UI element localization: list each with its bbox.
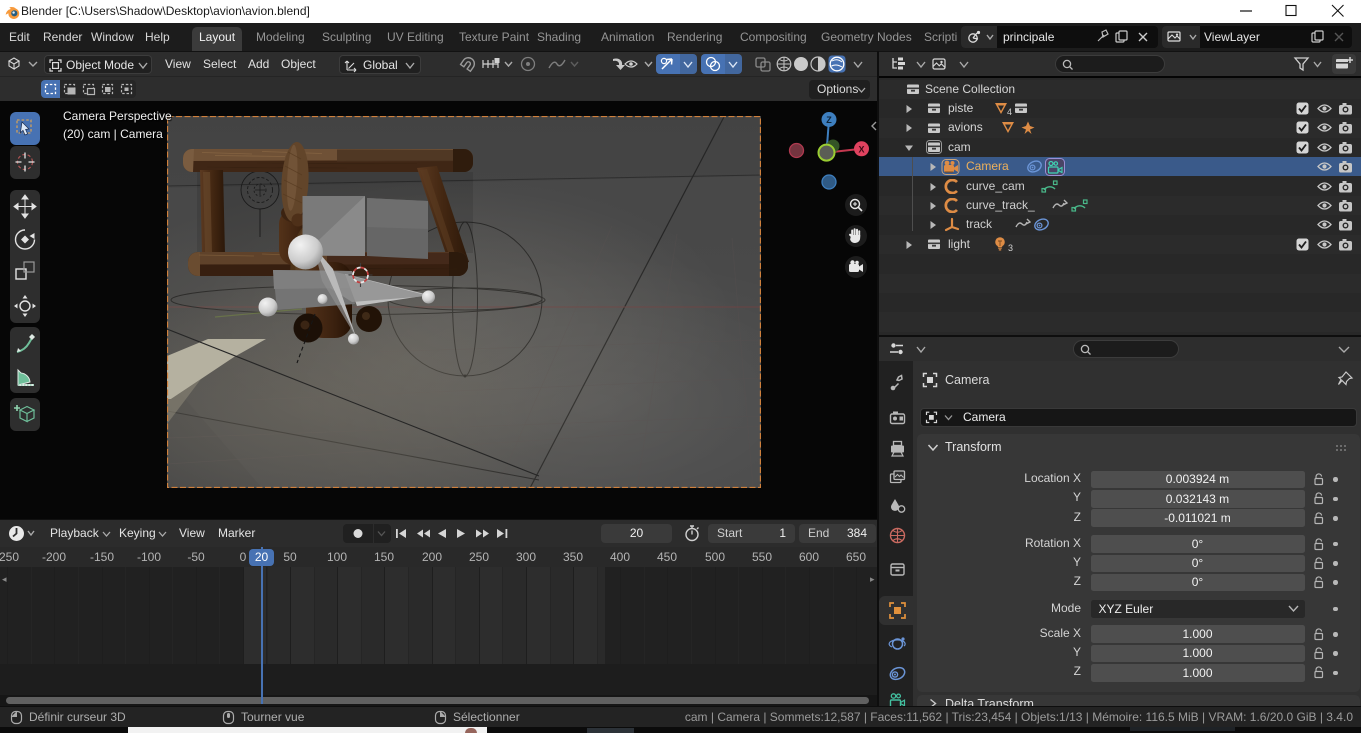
svg-text:Z: Z: [826, 115, 832, 125]
svg-text:X: X: [858, 144, 864, 154]
